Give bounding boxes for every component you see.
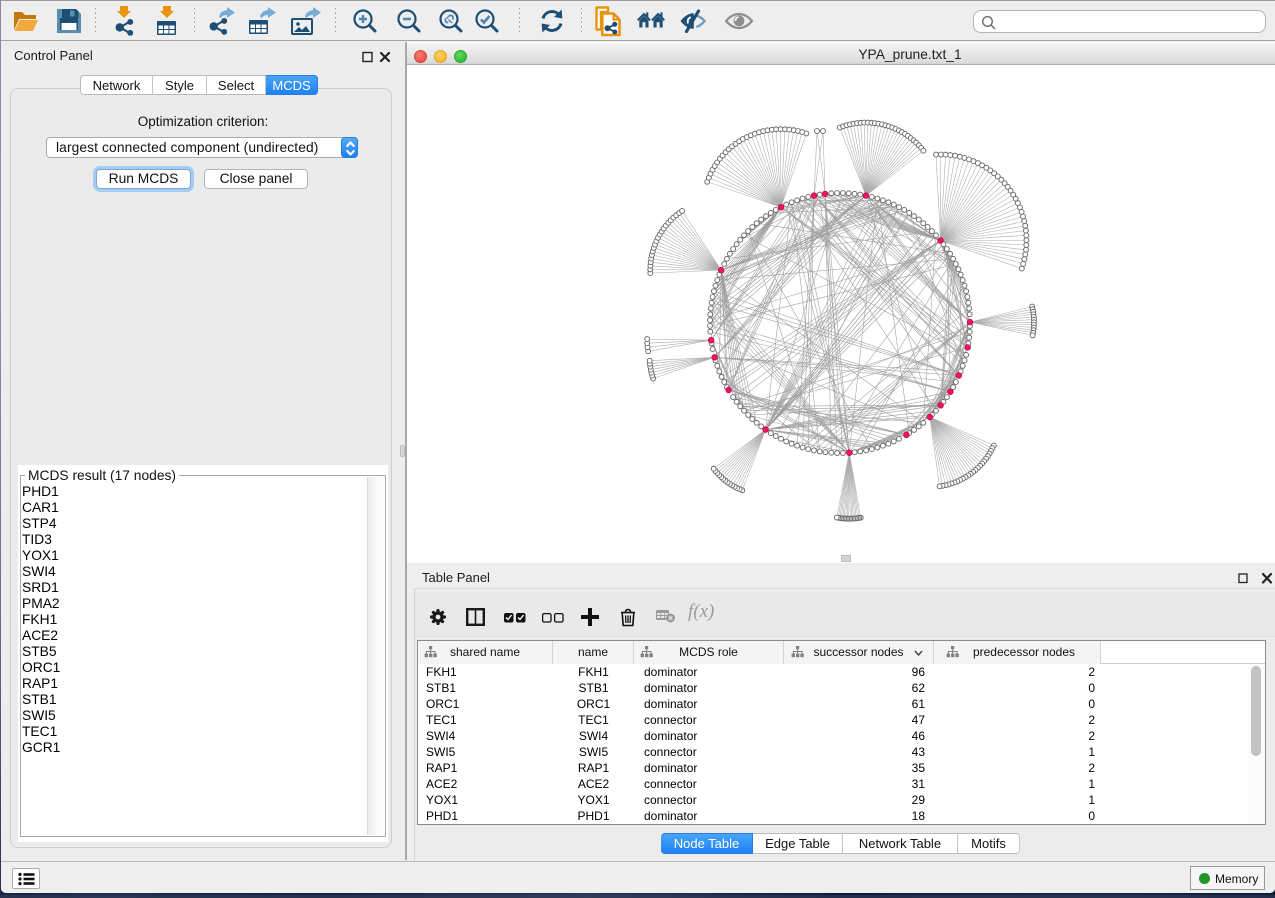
svg-text:f(x): f(x) xyxy=(688,602,714,622)
